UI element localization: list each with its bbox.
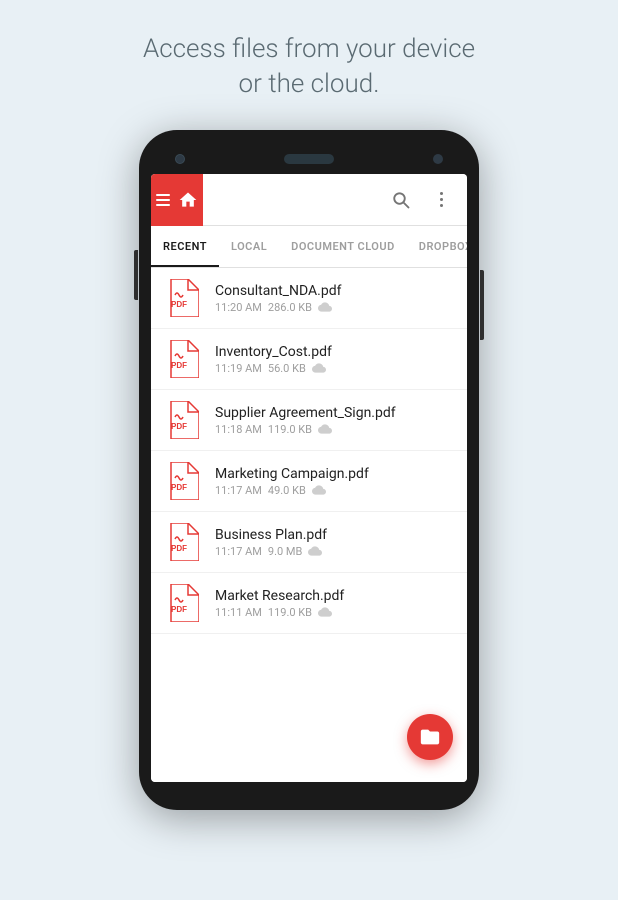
- app-bar: [151, 174, 467, 226]
- file-size: 9.0 MB: [268, 545, 302, 558]
- cloud-icon: [312, 485, 326, 495]
- tab-dropbox[interactable]: DROPBOX: [407, 226, 467, 267]
- svg-text:PDF: PDF: [171, 300, 187, 309]
- fab-open-folder[interactable]: [407, 714, 453, 760]
- tab-bar: RECENT LOCAL DOCUMENT CLOUD DROPBOX CR..…: [151, 226, 467, 268]
- svg-text:PDF: PDF: [171, 483, 187, 492]
- file-info: Business Plan.pdf 11:17 AM 9.0 MB: [215, 527, 453, 558]
- app-bar-actions: [383, 182, 467, 218]
- tab-recent[interactable]: RECENT: [151, 226, 219, 267]
- file-size: 49.0 KB: [268, 484, 306, 497]
- file-time: 11:17 AM: [215, 484, 262, 497]
- file-info: Marketing Campaign.pdf 11:17 AM 49.0 KB: [215, 466, 453, 497]
- cloud-icon: [318, 302, 332, 312]
- file-time: 11:18 AM: [215, 423, 262, 436]
- phone-sensor: [433, 154, 443, 164]
- tab-document-cloud[interactable]: DOCUMENT CLOUD: [279, 226, 407, 267]
- file-meta: 11:20 AM 286.0 KB: [215, 301, 453, 314]
- pdf-icon: PDF: [165, 280, 201, 316]
- file-time: 11:17 AM: [215, 545, 262, 558]
- file-item[interactable]: PDF Consultant_NDA.pdf 11:20 AM 286.0 KB: [151, 268, 467, 329]
- cloud-icon: [318, 607, 332, 617]
- app-bar-brand: [151, 174, 203, 226]
- file-item[interactable]: PDF Inventory_Cost.pdf 11:19 AM 56.0 KB: [151, 329, 467, 390]
- cloud-icon: [312, 363, 326, 373]
- svg-text:PDF: PDF: [171, 361, 187, 370]
- file-time: 11:19 AM: [215, 362, 262, 375]
- file-info: Supplier Agreement_Sign.pdf 11:18 AM 119…: [215, 405, 453, 436]
- file-item[interactable]: PDF Market Research.pdf 11:11 AM 119.0 K…: [151, 573, 467, 634]
- cloud-icon: [308, 546, 322, 556]
- folder-icon: [419, 726, 441, 748]
- hamburger-icon[interactable]: [156, 194, 170, 206]
- search-button[interactable]: [383, 182, 419, 218]
- headline-line1: Access files from your device: [143, 34, 475, 64]
- file-time: 11:11 AM: [215, 606, 262, 619]
- tab-local[interactable]: LOCAL: [219, 226, 279, 267]
- file-item[interactable]: PDF Marketing Campaign.pdf 11:17 AM 49.0…: [151, 451, 467, 512]
- phone-speaker: [284, 154, 334, 164]
- pdf-icon: PDF: [165, 341, 201, 377]
- file-size: 286.0 KB: [268, 301, 312, 314]
- headline-line2: or the cloud.: [239, 69, 380, 99]
- pdf-icon: PDF: [165, 585, 201, 621]
- more-options-button[interactable]: [423, 182, 459, 218]
- file-meta: 11:17 AM 49.0 KB: [215, 484, 453, 497]
- phone-mockup: RECENT LOCAL DOCUMENT CLOUD DROPBOX CR..…: [139, 130, 479, 810]
- file-size: 56.0 KB: [268, 362, 306, 375]
- overflow-icon: [440, 192, 443, 207]
- file-list: PDF Consultant_NDA.pdf 11:20 AM 286.0 KB: [151, 268, 467, 782]
- file-name: Consultant_NDA.pdf: [215, 283, 453, 299]
- file-name: Business Plan.pdf: [215, 527, 453, 543]
- file-item[interactable]: PDF Supplier Agreement_Sign.pdf 11:18 AM…: [151, 390, 467, 451]
- cloud-icon: [318, 424, 332, 434]
- search-icon: [392, 191, 410, 209]
- file-info: Market Research.pdf 11:11 AM 119.0 KB: [215, 588, 453, 619]
- file-meta: 11:19 AM 56.0 KB: [215, 362, 453, 375]
- file-name: Supplier Agreement_Sign.pdf: [215, 405, 453, 421]
- file-name: Marketing Campaign.pdf: [215, 466, 453, 482]
- phone-top-bar: [147, 144, 471, 174]
- file-name: Market Research.pdf: [215, 588, 453, 604]
- pdf-icon: PDF: [165, 463, 201, 499]
- headline: Access files from your device or the clo…: [143, 32, 475, 102]
- file-name: Inventory_Cost.pdf: [215, 344, 453, 360]
- file-time: 11:20 AM: [215, 301, 262, 314]
- file-meta: 11:18 AM 119.0 KB: [215, 423, 453, 436]
- file-info: Inventory_Cost.pdf 11:19 AM 56.0 KB: [215, 344, 453, 375]
- svg-text:PDF: PDF: [171, 422, 187, 431]
- file-meta: 11:11 AM 119.0 KB: [215, 606, 453, 619]
- home-icon[interactable]: [178, 190, 198, 210]
- pdf-icon: PDF: [165, 524, 201, 560]
- svg-text:PDF: PDF: [171, 544, 187, 553]
- file-item[interactable]: PDF Business Plan.pdf 11:17 AM 9.0 MB: [151, 512, 467, 573]
- file-info: Consultant_NDA.pdf 11:20 AM 286.0 KB: [215, 283, 453, 314]
- pdf-icon: PDF: [165, 402, 201, 438]
- file-size: 119.0 KB: [268, 606, 312, 619]
- file-size: 119.0 KB: [268, 423, 312, 436]
- phone-camera: [175, 154, 185, 164]
- svg-text:PDF: PDF: [171, 605, 187, 614]
- screen: RECENT LOCAL DOCUMENT CLOUD DROPBOX CR..…: [151, 174, 467, 782]
- file-meta: 11:17 AM 9.0 MB: [215, 545, 453, 558]
